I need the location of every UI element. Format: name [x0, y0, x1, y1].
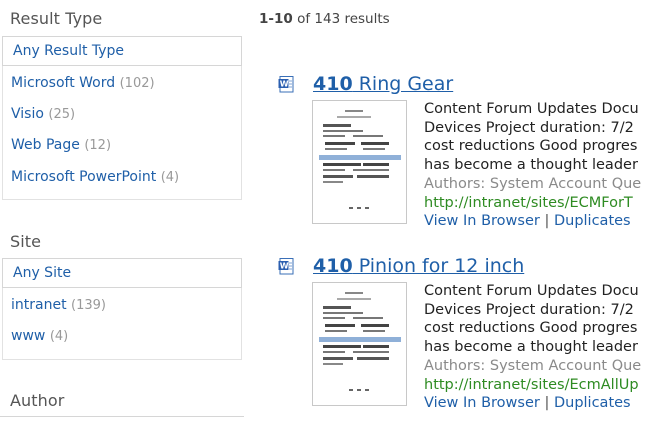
- result-authors: Authors: System Account Que: [424, 357, 642, 374]
- action-separator: |: [544, 213, 550, 230]
- result-url[interactable]: http://intranet/sites/EcmAllUp: [424, 376, 660, 395]
- filter-item-microsoft-powerpoint[interactable]: Microsoft PowerPoint (4): [11, 169, 179, 185]
- result-title-text: Ring Gear: [352, 73, 454, 95]
- view-in-browser-link[interactable]: View In Browser: [424, 213, 540, 229]
- site-heading: Site: [10, 232, 42, 251]
- search-results: 1-10 of 143 results W 410 Ring Gear Cont…: [244, 0, 660, 421]
- word-doc-icon: W: [278, 76, 296, 93]
- filter-item-www[interactable]: www (4): [11, 328, 68, 344]
- filter-count: (139): [71, 298, 106, 313]
- filter-item-intranet[interactable]: intranet (139): [11, 297, 106, 313]
- duplicates-link[interactable]: Duplicates: [554, 395, 631, 411]
- filter-count: (102): [119, 76, 155, 91]
- svg-text:W: W: [280, 80, 289, 89]
- filter-label: Microsoft Word: [11, 75, 116, 91]
- filter-label: Visio: [11, 106, 44, 122]
- result-title-number: 410: [313, 73, 353, 95]
- filter-label: www: [11, 328, 46, 344]
- filter-count: (4): [49, 329, 69, 344]
- filter-label: Web Page: [11, 137, 80, 153]
- any-site-filter[interactable]: Any Site: [2, 258, 242, 288]
- any-result-type-filter[interactable]: Any Result Type: [2, 36, 242, 66]
- svg-text:W: W: [280, 262, 289, 271]
- filter-item-web-page[interactable]: Web Page (12): [11, 137, 111, 153]
- result-summary-line: has become a thought leader: [424, 339, 638, 356]
- filter-item-microsoft-word[interactable]: Microsoft Word (102): [11, 75, 155, 91]
- document-thumbnail[interactable]: [312, 100, 407, 224]
- result-summary-line: Content Forum Updates Docu: [424, 283, 639, 299]
- result-url[interactable]: http://intranet/sites/ECMForT: [424, 194, 660, 213]
- result-title-number: 410: [313, 255, 353, 277]
- result-summary-line: cost reductions Good progres: [424, 138, 638, 155]
- filter-count: (4): [160, 170, 180, 185]
- author-heading: Author: [10, 391, 65, 410]
- result-summary-line: Content Forum Updates Docu: [424, 101, 639, 117]
- result-details: Content Forum Updates Docu Devices Proje…: [424, 282, 660, 413]
- refinement-panel: Result Type Any Result Type Microsoft Wo…: [0, 0, 244, 421]
- results-total: of 143 results: [297, 11, 390, 27]
- view-in-browser-link[interactable]: View In Browser: [424, 395, 540, 411]
- result-title-text: Pinion for 12 inch: [352, 255, 525, 277]
- site-filter-list: intranet (139) www (4): [2, 288, 242, 360]
- result-title-link[interactable]: 410 Pinion for 12 inch: [313, 255, 524, 277]
- result-authors: Authors: System Account Que: [424, 175, 642, 192]
- filter-label: intranet: [11, 297, 67, 313]
- result-summary-line: cost reductions Good progres: [424, 320, 638, 337]
- author-divider: [0, 416, 244, 417]
- result-summary-line: Devices Project duration: 7/2: [424, 301, 634, 318]
- filter-item-visio[interactable]: Visio (25): [11, 106, 75, 122]
- result-actions: View In Browser | Duplicates: [424, 212, 660, 231]
- result-title-link[interactable]: 410 Ring Gear: [313, 73, 453, 95]
- filter-label: Microsoft PowerPoint: [11, 169, 157, 185]
- results-range: 1-10: [259, 11, 293, 27]
- result-summary-line: Devices Project duration: 7/2: [424, 119, 634, 136]
- result-type-filter-list: Microsoft Word (102) Visio (25) Web Page…: [2, 66, 242, 200]
- any-result-type-label: Any Result Type: [13, 43, 125, 59]
- any-site-label: Any Site: [13, 265, 72, 281]
- filter-count: (25): [48, 107, 76, 122]
- result-type-heading: Result Type: [10, 9, 103, 28]
- document-thumbnail[interactable]: [312, 282, 407, 406]
- action-separator: |: [544, 395, 550, 412]
- filter-count: (12): [84, 138, 112, 153]
- result-actions: View In Browser | Duplicates: [424, 394, 660, 413]
- result-details: Content Forum Updates Docu Devices Proje…: [424, 100, 660, 231]
- word-doc-icon: W: [278, 258, 296, 275]
- duplicates-link[interactable]: Duplicates: [554, 213, 631, 229]
- results-count: 1-10 of 143 results: [259, 11, 390, 27]
- result-summary-line: has become a thought leader: [424, 157, 638, 174]
